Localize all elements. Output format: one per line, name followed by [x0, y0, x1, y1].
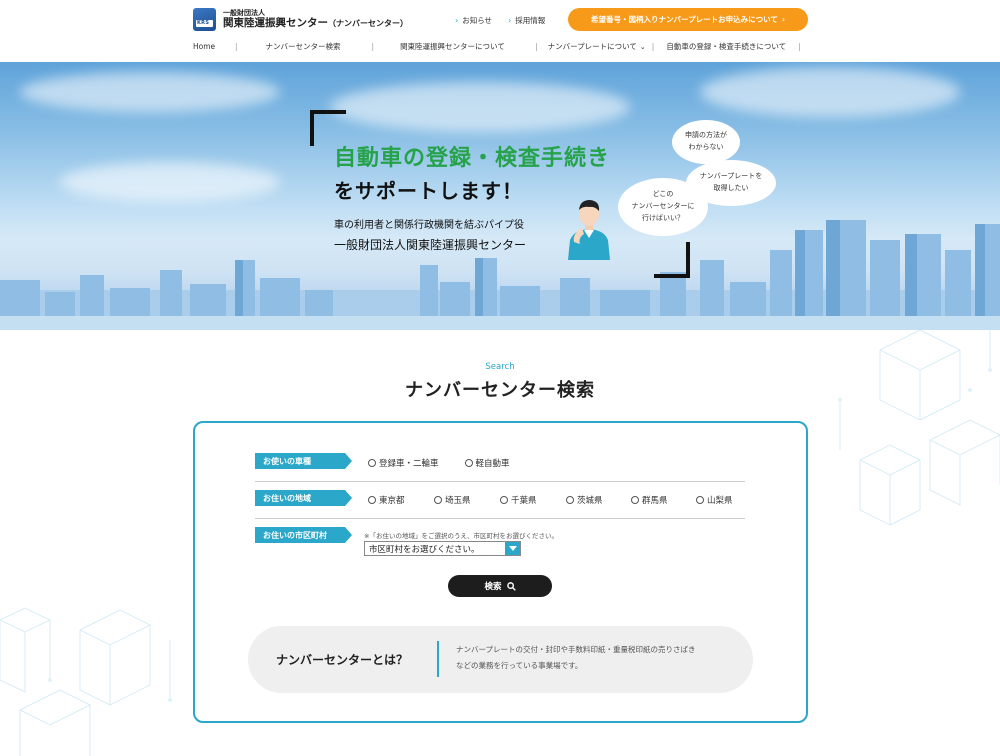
- plate-application-button[interactable]: 希望番号・図柄入りナンバープレートお申込みについて ›: [568, 8, 808, 31]
- section-label-en: Search: [485, 362, 515, 372]
- about-title: ナンバーセンターとは？: [276, 653, 409, 667]
- radio-circle-icon: [368, 496, 376, 504]
- radio-circle-icon: [566, 496, 574, 504]
- site-header: KRS 一般財団法人 関東陸運振興センター（ナンバーセンター） › お知らせ › 採…: [0, 0, 1000, 62]
- hero-subtitle-line2: 一般財団法人関東陸運振興センター: [334, 238, 527, 252]
- utility-links: › お知らせ › 採用情報: [455, 15, 545, 26]
- radio-circle-icon: [696, 496, 704, 504]
- radio-kei-car[interactable]: 軽自動車: [464, 457, 510, 469]
- hero-bracket-bottom-right: [654, 242, 690, 278]
- cloud: [20, 72, 280, 112]
- hero-title-line1: 自動車の登録・検査手続き: [334, 146, 611, 171]
- search-button[interactable]: 検索: [448, 575, 552, 597]
- radio-circle-icon: [631, 496, 639, 504]
- nav-divider: |: [371, 42, 375, 51]
- chevron-right-icon: ›: [781, 15, 785, 24]
- radio-circle-icon: [368, 459, 376, 467]
- radio-tokyo[interactable]: 東京都: [368, 494, 434, 506]
- cloud: [60, 162, 280, 202]
- speech-bubble: 申請の方法が わからない: [672, 120, 740, 164]
- nav-divider: |: [535, 42, 538, 51]
- site-logo[interactable]: KRS 一般財団法人 関東陸運振興センター（ナンバーセンター）: [193, 8, 408, 31]
- decorative-cubes: [0, 607, 172, 756]
- chevron-down-icon: ⌄: [639, 43, 646, 51]
- city-note: ※「お住いの地域」をご選択のうえ、市区町村をお選びください。: [364, 532, 558, 540]
- radio-registered-car[interactable]: 登録車・二輪車: [368, 457, 439, 469]
- divider: [255, 518, 745, 519]
- about-description: ナンバープレートの交付・封印や手数料印紙・重量税印紙の売りさばき などの業務を行っ…: [456, 645, 696, 670]
- chevron-right-icon: ›: [455, 16, 459, 25]
- hero-subtitle-line1: 車の利用者と関係行政機関を結ぶパイプ役: [334, 220, 524, 231]
- search-icon: [506, 581, 516, 591]
- hero-banner: 自動車の登録・検査手続き をサポートします！ 車の利用者と関係行政機関を結ぶパイ…: [0, 62, 1000, 330]
- region-label: お住いの地域: [255, 490, 352, 506]
- nav-home[interactable]: Home: [193, 42, 235, 51]
- cloud: [330, 82, 630, 132]
- city-label: お住いの市区町村: [255, 527, 352, 543]
- radio-saitama[interactable]: 埼玉県: [434, 494, 500, 506]
- radio-circle-icon: [464, 459, 473, 467]
- org-name: 関東陸運振興センター（ナンバーセンター）: [223, 17, 408, 30]
- hero-title-line2: をサポートします！: [334, 179, 523, 203]
- nav-divider: |: [235, 42, 238, 51]
- radio-circle-icon: [500, 496, 508, 504]
- nav-center-search[interactable]: ナンバーセンター検索: [266, 41, 372, 52]
- radio-yamanashi[interactable]: 山梨県: [696, 494, 733, 506]
- city-select[interactable]: 市区町村をお選びください。: [364, 541, 521, 556]
- nav-about[interactable]: 関東陸運振興センターについて: [400, 41, 535, 52]
- logo-icon: KRS: [193, 8, 216, 31]
- region-options: 東京都 埼玉県 千葉県 茨城県 群馬県 山梨県: [368, 494, 733, 506]
- radio-circle-icon: [434, 496, 442, 504]
- global-nav: Home | ナンバーセンター検索 | 関東陸運振興センターについて | ナンバ…: [193, 41, 801, 52]
- section-title: ナンバーセンター検索: [405, 380, 595, 401]
- about-divider: [437, 641, 439, 677]
- radio-chiba[interactable]: 千葉県: [500, 494, 566, 506]
- dropdown-arrow-icon: [505, 542, 520, 555]
- news-link[interactable]: › お知らせ: [455, 15, 492, 26]
- radio-gunma[interactable]: 群馬県: [631, 494, 696, 506]
- chevron-right-icon: ›: [508, 16, 512, 25]
- nav-number-plate[interactable]: ナンバープレートについて ⌄: [548, 41, 646, 52]
- nav-registration[interactable]: 自動車の登録・検査手続きについて: [666, 41, 786, 52]
- nav-divider: |: [651, 42, 655, 51]
- divider: [255, 481, 745, 482]
- vehicle-type-options: 登録車・二輪車 軽自動車: [368, 457, 510, 469]
- person-illustration: [568, 200, 610, 260]
- nav-divider: |: [798, 42, 801, 51]
- radio-ibaraki[interactable]: 茨城県: [566, 494, 631, 506]
- recruit-link[interactable]: › 採用情報: [508, 15, 545, 26]
- vehicle-type-label: お使いの車種: [255, 453, 352, 469]
- cloud: [700, 67, 960, 117]
- speech-bubble: どこの ナンバーセンターに 行けばいい？: [618, 178, 708, 236]
